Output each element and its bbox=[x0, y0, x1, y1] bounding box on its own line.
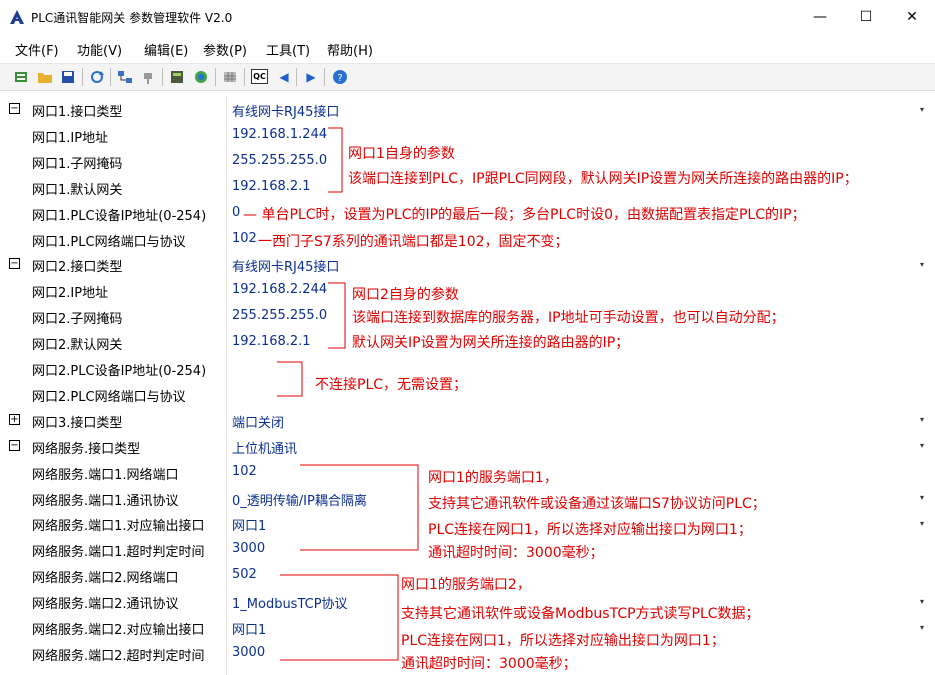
annotation-service2-timeout: 通讯超时时间：3000毫秒； bbox=[401, 656, 577, 672]
annotation-service1-output: PLC连接在网口1，所以选择对应输出接口为网口1； bbox=[428, 522, 752, 538]
annotation-port2-desc: 该端口连接到数据库的服务器，IP地址可手动设置，也可以自动分配； bbox=[352, 310, 785, 326]
annotation-port1-plcip: — 单台PLC时，设置为PLC的IP的最后一段；多台PLC时设0，由数据配置表指… bbox=[243, 207, 806, 223]
annotation-port1-desc: 该端口连接到PLC，IP跟PLC同网段，默认网关IP设置为网关所连接的路由器的I… bbox=[348, 171, 858, 187]
annotation-service2-title: 网口1的服务端口2， bbox=[401, 577, 531, 593]
annotation-service2-output: PLC连接在网口1，所以选择对应输出接口为网口1； bbox=[401, 633, 725, 649]
annotation-port2-noplc: 不连接PLC，无需设置； bbox=[315, 377, 468, 393]
annotation-port1-plcport: 一西门子S7系列的通讯端口都是102，固定不变； bbox=[258, 234, 569, 250]
annotation-port2-title: 网口2自身的参数 bbox=[352, 287, 459, 303]
annotation-service1-timeout: 通讯超时时间：3000毫秒； bbox=[428, 545, 604, 561]
annotation-service2-desc: 支持其它通讯软件或设备ModbusTCP方式读写PLC数据； bbox=[401, 606, 760, 622]
annotation-service1-title: 网口1的服务端口1， bbox=[428, 470, 558, 486]
annotation-service1-desc: 支持其它通讯软件或设备通过该端口S7协议访问PLC； bbox=[428, 496, 766, 512]
annotation-port1-title: 网口1自身的参数 bbox=[348, 146, 455, 162]
annotation-port2-gateway: 默认网关IP设置为网关所连接的路由器的IP； bbox=[352, 335, 630, 351]
